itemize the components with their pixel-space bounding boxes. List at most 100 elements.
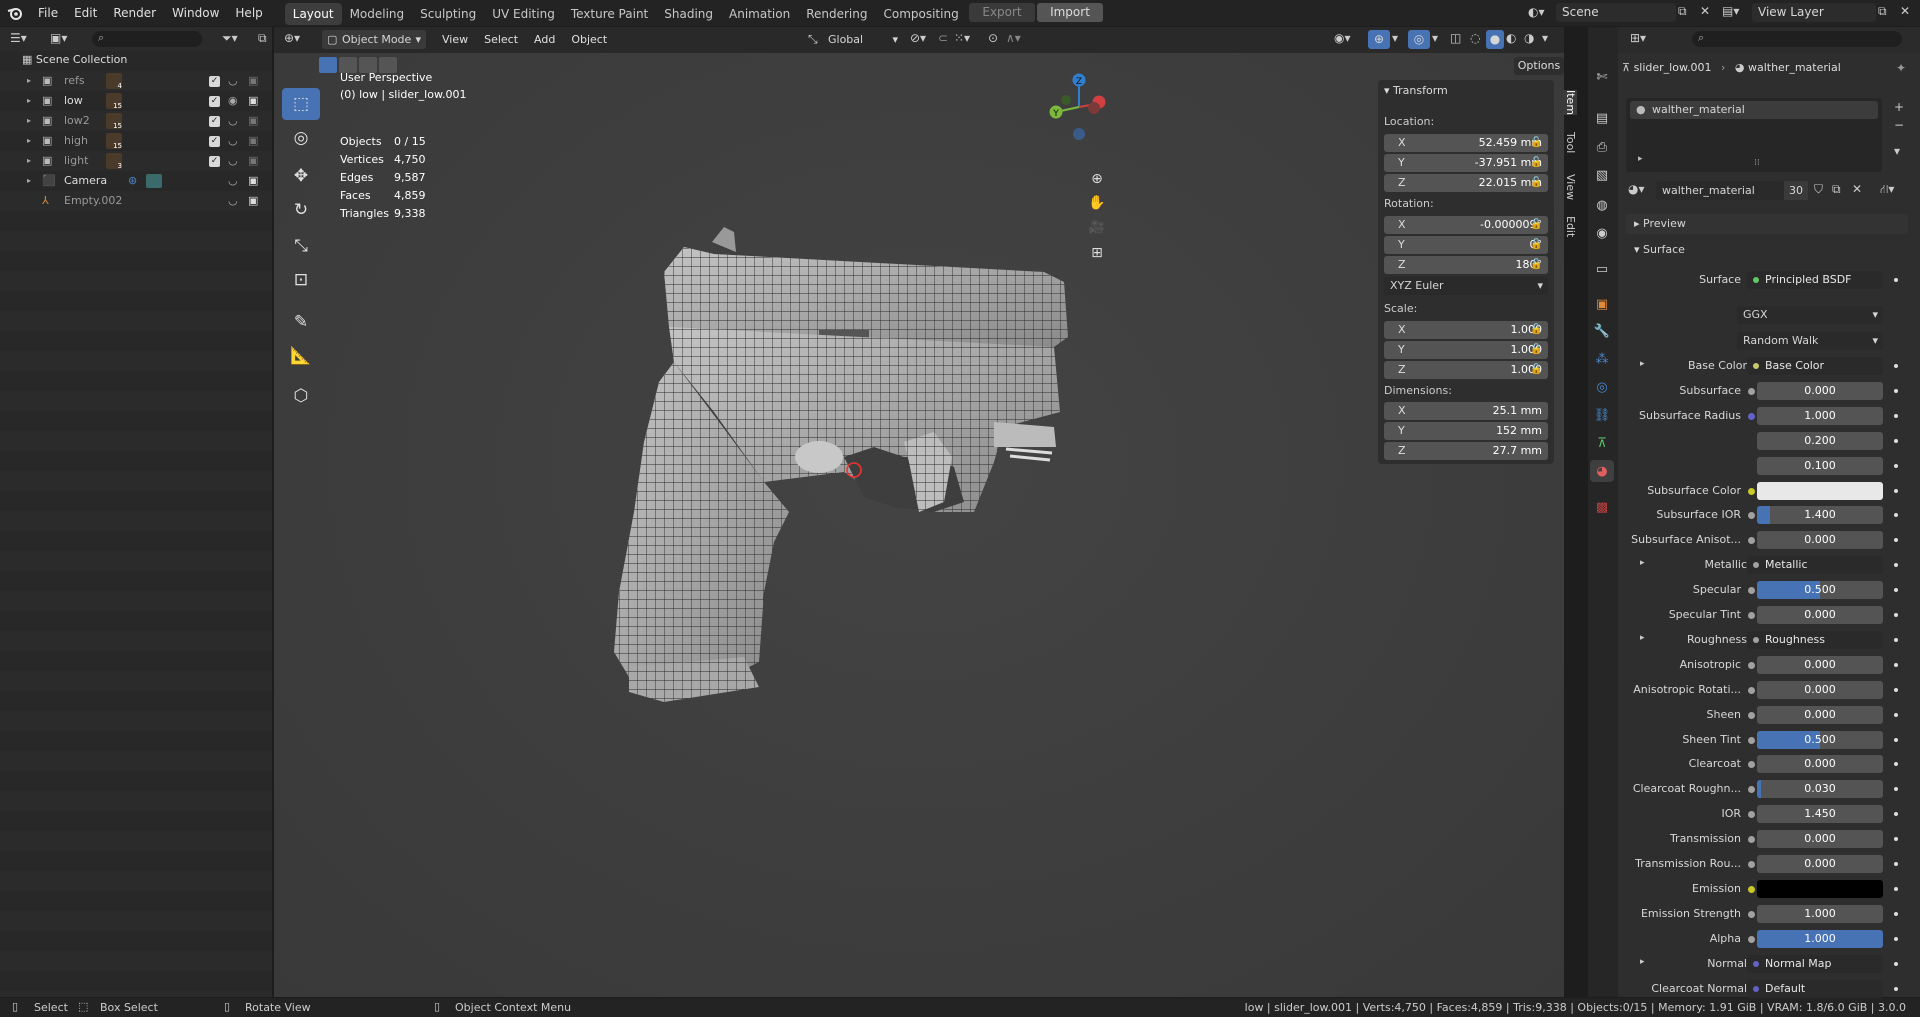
collection-props-icon[interactable]: ▭ [1590,258,1614,280]
transform-tool[interactable]: ⊡ [282,264,320,296]
material-shading-icon[interactable]: ◐ [1506,31,1516,45]
socket-dot-icon[interactable] [1748,736,1755,744]
location-x-field[interactable]: X 52.459 mm [1384,134,1548,152]
render-toggle-icon[interactable]: ▣ [248,131,258,151]
snap-icon[interactable]: ⊂ [938,31,948,45]
n-tab-tool[interactable]: Tool [1561,132,1577,153]
dimensions-y-field[interactable]: Y 152 mm [1384,422,1548,440]
viewport-menu-view[interactable]: View [434,27,476,53]
scale-z-field[interactable]: Z 1.000 [1384,361,1548,379]
keyframe-dot-icon[interactable] [1894,662,1898,667]
menu-window[interactable]: Window [164,0,227,26]
new-collection-icon[interactable]: ⧉ [258,31,267,46]
value-slider[interactable]: 1.450 [1757,805,1883,824]
socket-dot-icon[interactable] [1748,387,1755,395]
view-layer-icon[interactable]: ▤▾ [1722,4,1739,18]
object-mode-dropdown[interactable]: ▢ Object Mode ▾ [322,30,426,49]
zoom-icon[interactable]: ⊕ [1086,171,1108,193]
scene-collection-row[interactable]: ▦ Scene Collection [22,53,127,66]
browse-material-icon[interactable]: ◕▾ [1628,182,1645,196]
properties-editor-type-icon[interactable]: ⊞▾ [1630,31,1646,45]
tab-rendering[interactable]: Rendering [798,3,875,25]
eye-closed-icon[interactable]: ◡ [228,71,238,91]
snap-target-icon[interactable]: ⁙▾ [954,31,970,45]
material-name-field[interactable]: walther_material [1656,181,1784,200]
socket-dot-icon[interactable] [1748,537,1755,545]
surface-shader-field[interactable]: Principled BSDF [1747,271,1883,289]
wireframe-shading-icon[interactable]: ◌ [1470,31,1480,45]
ortho-toggle-icon[interactable]: ⊞ [1086,245,1108,267]
eye-closed-icon[interactable]: ◡ [228,171,238,191]
rendered-shading-icon[interactable]: ◑ [1524,31,1534,45]
render-toggle-icon[interactable]: ▣ [248,151,258,171]
lock-icon[interactable]: 🔓 [1530,364,1542,376]
scene-icon[interactable]: ◐▾ [1528,5,1545,19]
scale-tool[interactable]: ⤡ [282,230,320,262]
outliner-item-low[interactable]: ▸ ▣ low 15 ✓ ◉ ▣ [0,91,272,111]
linked-input-field[interactable]: Normal Map [1747,954,1883,973]
3d-viewport[interactable]: ⊕▾ ▢ Object Mode ▾ View Select Add Object ⤡ G… [274,27,1564,997]
socket-dot-icon[interactable] [1748,612,1755,619]
duplicate-material-icon[interactable]: ⧉ [1832,182,1841,197]
value-slider[interactable]: 0.000 [1757,381,1883,400]
delete-view-layer-icon[interactable]: ✕ [1900,4,1910,18]
pin-icon[interactable]: ✦ [1896,61,1906,75]
socket-dot-icon[interactable] [1748,512,1755,520]
unlink-material-icon[interactable]: ✕ [1852,182,1862,196]
transform-panel-header[interactable]: ▾ Transform [1384,84,1448,97]
gizmo-dropdown-icon[interactable]: ▾ [1392,31,1398,45]
xray-icon[interactable]: ◫ [1450,31,1461,45]
falloff-icon[interactable]: ∧▾ [1006,31,1021,45]
render-toggle-icon[interactable]: ▣ [248,191,258,211]
render-toggle-icon[interactable]: ▣ [248,71,258,91]
viewport-menu-select[interactable]: Select [476,27,526,53]
eye-closed-icon[interactable]: ◡ [228,131,238,151]
socket-dot-icon[interactable] [1748,861,1755,868]
options-button[interactable]: Options [1514,57,1564,75]
scene-props-icon[interactable]: ◍ [1590,194,1614,216]
outliner-search-input[interactable]: ⌕ [92,31,202,47]
render-toggle-icon[interactable]: ▣ [248,171,258,191]
export-button[interactable]: Export [969,3,1035,22]
dimensions-z-field[interactable]: Z 27.7 mm [1384,442,1548,460]
material-props-icon[interactable]: ◕ [1590,460,1614,482]
outliner-item-high[interactable]: ▸ ▣ high 15 ✓ ◡ ▣ [0,131,272,151]
lock-icon[interactable]: 🔓 [1530,137,1542,149]
move-tool[interactable]: ✥ [282,160,320,192]
collection-checkbox[interactable]: ✓ [209,96,220,107]
filter-icon[interactable]: ⏷▾ [222,31,238,46]
expand-arrow-icon[interactable]: ▸ [27,151,31,171]
list-resize-handle[interactable]: ⁞⁞ [1754,158,1760,168]
orientation-icon[interactable]: ⤡ [808,32,818,47]
expand-arrow-icon[interactable]: ▸ [27,171,31,191]
value-slider[interactable]: 0.000 [1757,606,1883,624]
measure-tool[interactable]: 📐 [282,340,320,372]
select-box-tool[interactable]: ⬚ [282,88,320,120]
expand-socket-icon[interactable]: ▸ [1640,558,1645,568]
dimensions-x-field[interactable]: X 25.1 mm [1384,402,1548,420]
tab-modeling[interactable]: Modeling [342,3,413,25]
surface-panel-header[interactable]: ▾ Surface [1626,240,1908,260]
value-slider[interactable]: 0.000 [1757,755,1883,774]
scale-x-field[interactable]: X 1.000 [1384,321,1548,339]
value-slider[interactable]: 0.000 [1757,705,1883,724]
proportional-edit-icon[interactable]: ⊙ [988,31,998,45]
overlay-toggle-icon[interactable]: ◎ [1408,30,1430,49]
keyframe-dot-icon[interactable] [1894,488,1898,493]
collection-checkbox[interactable]: ✓ [209,156,220,167]
new-scene-icon[interactable]: ⧉ [1678,4,1687,19]
viewport-menu-object[interactable]: Object [563,27,615,53]
value-slider[interactable]: 1.000 [1757,929,1883,948]
fake-user-icon[interactable]: ⛉ [1814,182,1823,197]
list-expand-icon[interactable]: ▸ [1638,154,1643,164]
material-slot-item[interactable]: ● walther_material [1630,101,1878,119]
keyframe-dot-icon[interactable] [1894,463,1898,468]
socket-dot-icon[interactable] [1748,935,1755,943]
properties-search-input[interactable]: ⌕ [1692,31,1902,47]
expand-socket-icon[interactable]: ▸ [1640,633,1645,643]
material-slot-list[interactable]: ● walther_material ▸ ⁞⁞ [1626,98,1882,172]
socket-dot-icon[interactable] [1748,811,1755,819]
slot-specials-icon[interactable]: ▾ [1894,144,1900,158]
lock-icon[interactable]: 🔓 [1530,157,1542,169]
value-slider[interactable]: 1.000 [1757,406,1883,425]
